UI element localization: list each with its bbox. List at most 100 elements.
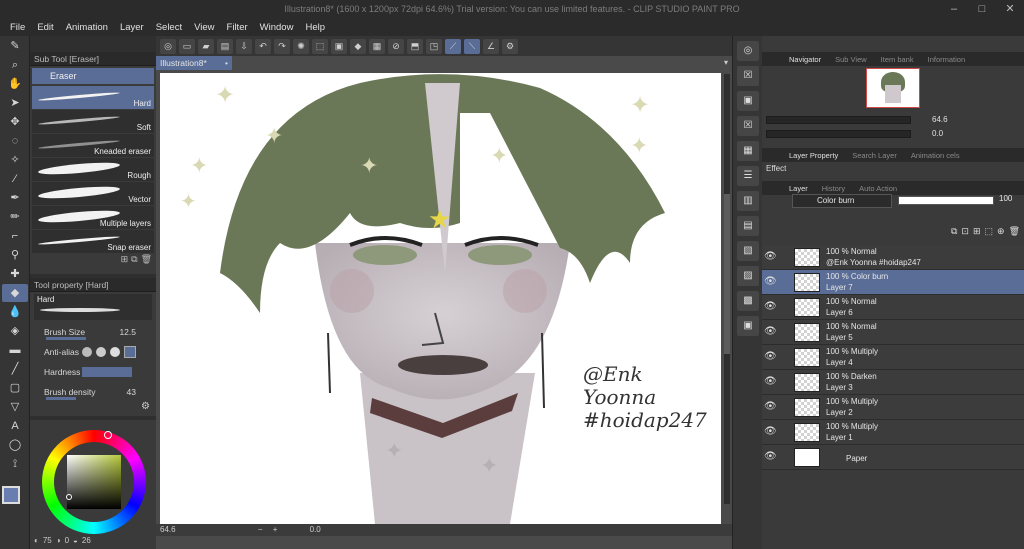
pencil-icon[interactable]: ✏ (2, 208, 28, 226)
balloon-icon[interactable]: ◯ (2, 436, 28, 454)
menu-filter[interactable]: Filter (227, 22, 248, 33)
tab-layer-property[interactable]: Layer Property (782, 151, 845, 160)
figure-icon[interactable]: ╱ (2, 360, 28, 378)
tab-auto-action[interactable]: Auto Action (852, 184, 904, 193)
tab-history[interactable]: History (815, 184, 852, 193)
clip-layer-icon[interactable]: ⧉ (951, 226, 957, 240)
saturation-value-square[interactable] (67, 455, 121, 509)
eyedropper-icon[interactable]: ⁄ (2, 170, 28, 188)
ruler-icon[interactable]: ▽ (2, 398, 28, 416)
tab-search-layer[interactable]: Search Layer (845, 151, 904, 160)
clip-studio-icon[interactable]: ◎ (160, 38, 176, 54)
tab-information[interactable]: Information (921, 55, 973, 64)
layer-search-icon[interactable]: ▨ (737, 266, 759, 286)
save-icon[interactable]: ▤ (217, 38, 233, 54)
brush-icon[interactable]: ⌐ (2, 227, 28, 245)
settings-icon[interactable]: ⚙ (502, 38, 518, 54)
new-layer-icon[interactable]: ⊕ (997, 226, 1005, 240)
hand-tool-icon[interactable]: ✋ (2, 75, 28, 93)
decoration-icon[interactable]: ✚ (2, 265, 28, 283)
auto-select-icon[interactable]: ✧ (2, 151, 28, 169)
history-icon[interactable]: ☰ (737, 166, 759, 186)
tab-layer[interactable]: Layer (782, 184, 815, 193)
layer-icon[interactable]: ☒ (737, 66, 759, 86)
eraser-tool-icon[interactable]: ◆ (2, 284, 28, 302)
reference-layer-icon[interactable]: ⊞ (973, 226, 981, 240)
tool-settings-icon[interactable]: ⚙ (141, 401, 150, 412)
layer-row[interactable]: 👁 100 % Normal Layer 6 (762, 295, 1024, 320)
layer-row[interactable]: 👁 100 % Multiply Layer 4 (762, 345, 1024, 370)
brush-kneaded-eraser[interactable]: Kneaded eraser (32, 134, 154, 157)
layer-row[interactable]: 👁 100 % Multiply Layer 1 (762, 420, 1024, 445)
grid-icon[interactable]: ▦ (369, 38, 385, 54)
delete-layer-icon[interactable]: 🗑 (1009, 226, 1020, 240)
line-tool-icon[interactable]: ∠ (483, 38, 499, 54)
hue-picker-icon[interactable] (104, 431, 112, 439)
antialias-row[interactable]: Anti-alias (30, 342, 156, 362)
visibility-eye-icon[interactable]: 👁 (764, 376, 777, 387)
menu-window[interactable]: Window (260, 22, 294, 33)
zoom-value[interactable]: 64.6 (160, 525, 176, 534)
rotation-slider[interactable] (766, 130, 911, 138)
navigator-rotation[interactable]: 0.0 (932, 129, 943, 138)
menu-select[interactable]: Select (156, 22, 182, 33)
brush-size-icon[interactable]: ▧ (737, 241, 759, 261)
zoom-out-icon[interactable]: − (258, 525, 263, 534)
bucket-icon[interactable]: ◆ (350, 38, 366, 54)
brush-hard[interactable]: Hard (32, 86, 154, 109)
color-set-icon[interactable]: ▤ (737, 216, 759, 236)
navigator-thumbnail[interactable] (866, 68, 920, 108)
vertical-scrollbar[interactable] (724, 74, 730, 504)
brush-rough[interactable]: Rough (32, 158, 154, 181)
layer-row[interactable]: 👁 100 % Darken Layer 3 (762, 370, 1024, 395)
gradient-icon[interactable]: ▬ (2, 341, 28, 359)
drawing-canvas[interactable]: ✦ ✦ ✦ ✦ ✦ ✦ ✦ ✦ ★ ✦ ✦ @Enk Yoonna #hoida… (160, 73, 721, 524)
visibility-eye-icon[interactable]: 👁 (764, 326, 777, 337)
blend-mode-select[interactable]: Color burn (792, 194, 892, 208)
redo-icon[interactable]: ↷ (274, 38, 290, 54)
maximize-button[interactable]: □ (968, 0, 996, 18)
menu-layer[interactable]: Layer (120, 22, 144, 33)
undo-icon[interactable]: ↶ (255, 38, 271, 54)
brush-snap-eraser[interactable]: Snap eraser (32, 230, 154, 253)
fill-bucket-icon[interactable]: ◈ (2, 322, 28, 340)
clear-icon[interactable]: ⬚ (312, 38, 328, 54)
close-button[interactable]: ✕ (996, 0, 1024, 18)
opacity-slider[interactable] (898, 196, 994, 205)
subtool-group-eraser[interactable]: Eraser (32, 68, 154, 84)
pen-icon[interactable]: ✒ (2, 189, 28, 207)
visibility-eye-icon[interactable]: 👁 (764, 426, 777, 437)
visibility-eye-icon[interactable]: 👁 (764, 401, 777, 412)
subview-icon[interactable]: ▣ (737, 91, 759, 111)
blend-icon[interactable]: 💧 (2, 303, 28, 321)
export-icon[interactable]: ⇩ (236, 38, 252, 54)
zoom-slider[interactable] (766, 116, 911, 124)
layer-row[interactable]: 👁 100 % Multiply Layer 2 (762, 395, 1024, 420)
item-bank-icon[interactable]: ▣ (737, 316, 759, 336)
brush-size-row[interactable]: Brush Size 12.5 (30, 322, 156, 342)
invert-selection-icon[interactable]: ⬒ (407, 38, 423, 54)
open-folder-icon[interactable]: ▰ (198, 38, 214, 54)
close-tab-icon[interactable]: • (225, 56, 228, 70)
move-layer-icon[interactable]: ✥ (2, 113, 28, 131)
layer-row[interactable]: 👁 100 % Normal @Enk Yoonna #hoidap247 (762, 245, 1024, 270)
visibility-eye-icon[interactable]: 👁 (764, 451, 777, 462)
tab-menu-icon[interactable]: ▾ (724, 58, 728, 67)
tab-animation-cels[interactable]: Animation cels (904, 151, 967, 160)
visibility-eye-icon[interactable]: 👁 (764, 351, 777, 362)
material-icon[interactable]: ▦ (737, 141, 759, 161)
correct-line-icon[interactable]: ⟟ (2, 455, 28, 473)
tab-navigator[interactable]: Navigator (782, 55, 828, 64)
menu-edit[interactable]: Edit (37, 22, 53, 33)
visibility-eye-icon[interactable]: 👁 (764, 301, 777, 312)
brush-multiple-layers[interactable]: Multiple layers (32, 206, 154, 229)
brush-soft[interactable]: Soft (32, 110, 154, 133)
menu-help[interactable]: Help (305, 22, 325, 33)
mask-layer-icon[interactable]: ⬚ (985, 226, 994, 240)
minimize-button[interactable]: – (940, 0, 968, 18)
new-file-icon[interactable]: ▭ (179, 38, 195, 54)
opacity-value[interactable]: 100 (999, 194, 1012, 203)
sv-picker-icon[interactable] (66, 494, 72, 500)
visibility-eye-icon[interactable]: 👁 (764, 251, 777, 262)
navigator-icon[interactable]: ◎ (737, 41, 759, 61)
